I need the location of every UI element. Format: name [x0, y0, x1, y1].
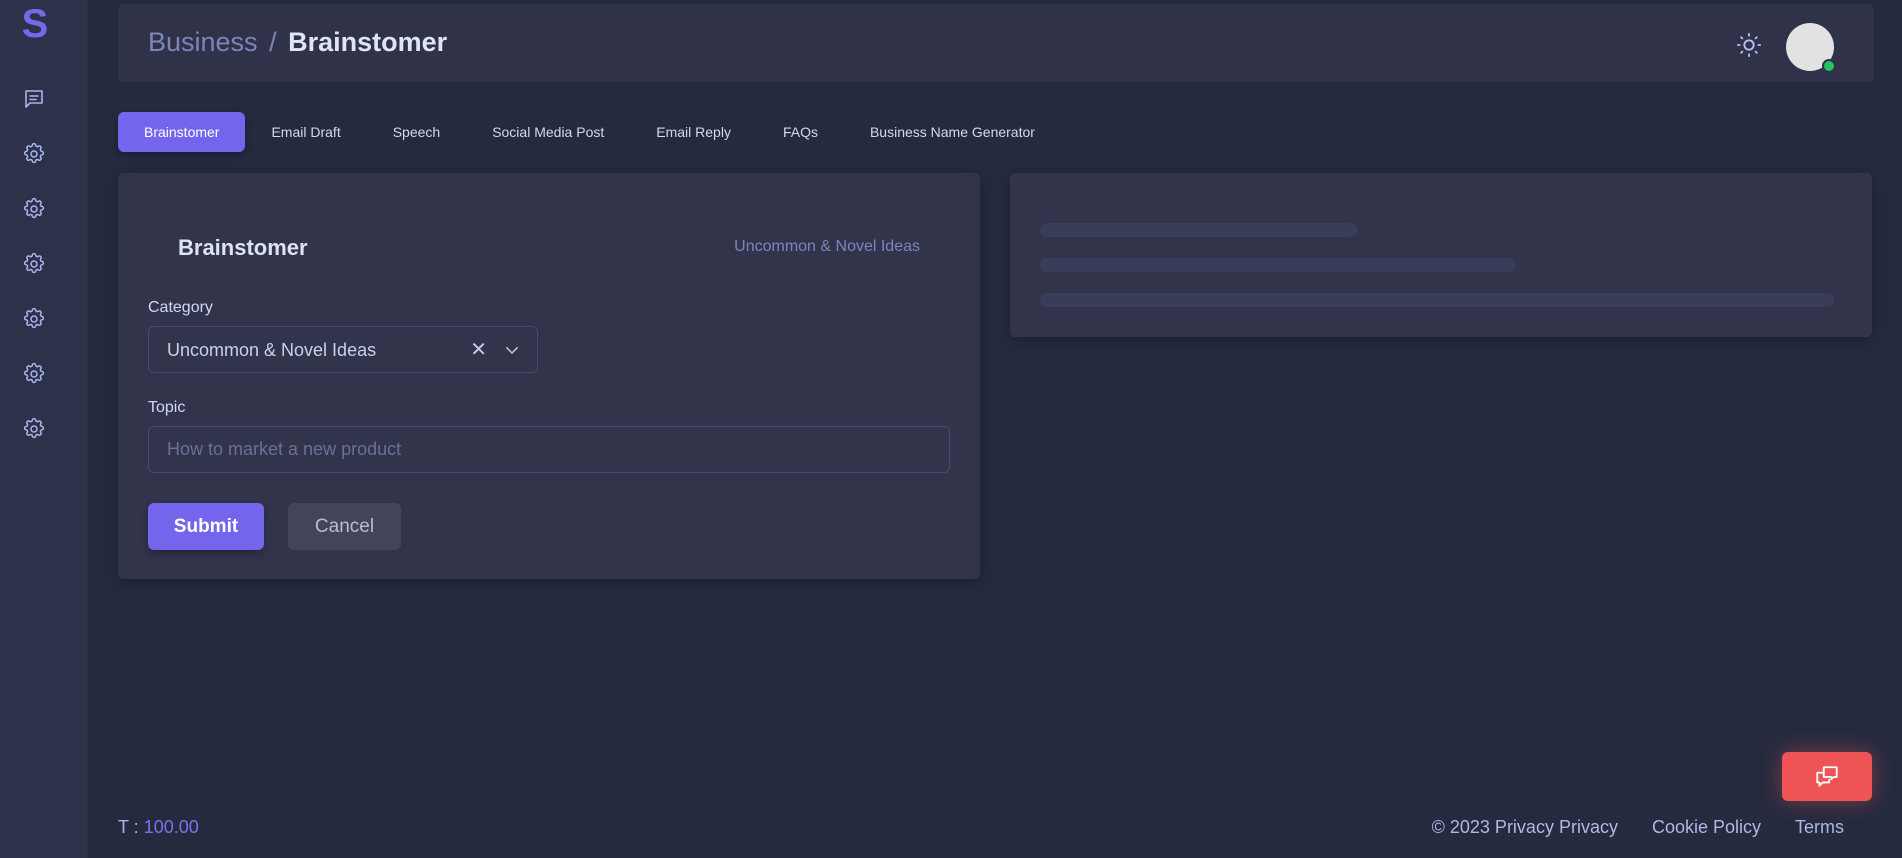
avatar[interactable] [1786, 23, 1836, 73]
footer-link-privacy[interactable]: © 2023 Privacy Privacy [1432, 817, 1618, 838]
category-label: Category [148, 299, 213, 316]
clear-icon[interactable]: ✕ [470, 339, 487, 361]
result-card [1010, 173, 1872, 337]
sidebar: S [0, 0, 88, 858]
app-logo[interactable]: S [0, 2, 70, 46]
chat-bubbles-icon [1816, 765, 1838, 787]
gear-icon [23, 417, 45, 439]
token-balance: T : 100.00 [118, 817, 199, 838]
cancel-button[interactable]: Cancel [288, 503, 401, 550]
sidebar-item-settings-1[interactable] [21, 141, 47, 167]
sidebar-item-settings-2[interactable] [21, 196, 47, 222]
online-status-badge [1822, 59, 1836, 73]
sidebar-item-chat[interactable] [21, 86, 47, 112]
skeleton-line [1040, 223, 1358, 237]
gear-icon [23, 142, 45, 164]
sidebar-item-settings-4[interactable] [21, 306, 47, 332]
breadcrumb-parent[interactable]: Business [148, 27, 258, 57]
brainstomer-form-card: Brainstomer Uncommon & Novel Ideas Categ… [118, 173, 980, 579]
tab-email-reply[interactable]: Email Reply [630, 112, 757, 152]
tab-business-name-generator[interactable]: Business Name Generator [844, 112, 1061, 152]
breadcrumb: Business / Brainstomer [148, 24, 447, 60]
tab-social-media-post[interactable]: Social Media Post [466, 112, 630, 152]
chat-icon [25, 90, 43, 108]
breadcrumb-separator: / [269, 27, 277, 57]
sidebar-item-settings-6[interactable] [21, 416, 47, 442]
category-select[interactable]: Uncommon & Novel Ideas ✕ [148, 326, 538, 373]
chevron-down-icon[interactable] [503, 341, 521, 359]
form-subtitle: Uncommon & Novel Ideas [734, 238, 920, 255]
token-label: T : [118, 817, 139, 837]
tab-email-draft[interactable]: Email Draft [245, 112, 366, 152]
tab-brainstomer[interactable]: Brainstomer [118, 112, 246, 152]
tab-faqs[interactable]: FAQs [757, 112, 844, 152]
submit-button[interactable]: Submit [148, 503, 264, 550]
gear-icon [23, 307, 45, 329]
skeleton-line [1040, 293, 1834, 307]
sidebar-item-settings-5[interactable] [21, 361, 47, 387]
token-value: 100.00 [143, 817, 199, 837]
theme-toggle-button[interactable] [1734, 30, 1764, 60]
footer-links: © 2023 Privacy Privacy Cookie Policy Ter… [1432, 817, 1844, 838]
gear-icon [23, 197, 45, 219]
category-select-value: Uncommon & Novel Ideas [167, 340, 377, 360]
tab-speech[interactable]: Speech [367, 112, 466, 152]
sidebar-item-settings-3[interactable] [21, 251, 47, 277]
footer-link-cookie-policy[interactable]: Cookie Policy [1652, 817, 1761, 838]
topic-input[interactable] [148, 426, 950, 473]
footer-link-terms[interactable]: Terms [1795, 817, 1844, 838]
tab-bar: Brainstomer Email Draft Speech Social Me… [118, 112, 1061, 152]
topic-label: Topic [148, 399, 186, 416]
chat-fab-button[interactable] [1782, 752, 1872, 801]
skeleton-line [1040, 258, 1516, 272]
sun-icon [1736, 32, 1762, 58]
header: Business / Brainstomer [118, 4, 1874, 82]
gear-icon [23, 362, 45, 384]
breadcrumb-current: Brainstomer [288, 27, 448, 57]
form-title: Brainstomer [178, 235, 308, 260]
gear-icon [23, 252, 45, 274]
